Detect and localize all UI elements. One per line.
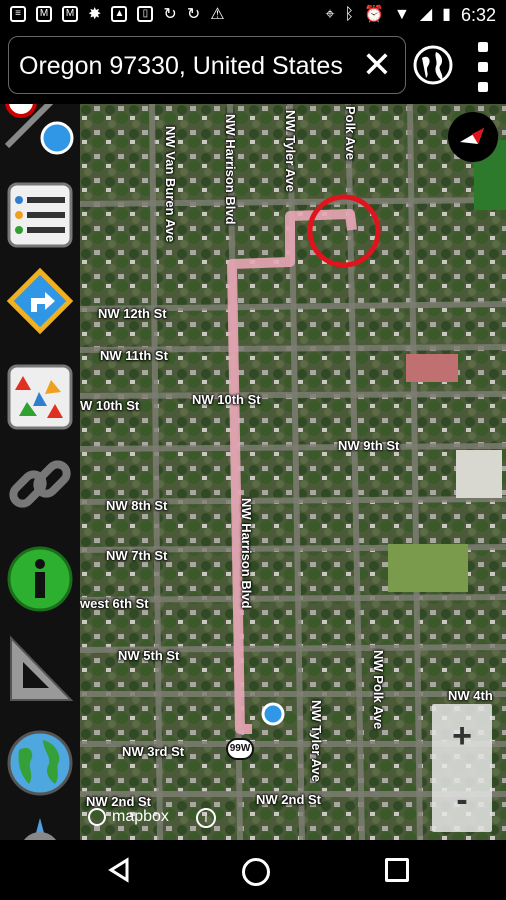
street-label-polk-bottom: NW Polk Ave bbox=[371, 650, 386, 730]
mapbox-attribution[interactable]: mapbox bbox=[88, 808, 169, 826]
warning-icon: ⚠ bbox=[210, 6, 225, 23]
waypoints-icon[interactable] bbox=[5, 362, 75, 432]
sync-icon-2: ↻ bbox=[186, 6, 201, 23]
map-view[interactable]: NW Van Buren Ave NW Harrison Blvd NW Tyl… bbox=[80, 104, 506, 840]
wifi-icon: ▼ bbox=[393, 6, 410, 23]
street-label-nw7: NW 7th St bbox=[106, 548, 168, 563]
street-label-nw10a: W 10th St bbox=[80, 398, 140, 413]
phone-icon: ▯ bbox=[137, 6, 154, 22]
compass-icon[interactable] bbox=[448, 112, 498, 162]
globe-layer-icon[interactable] bbox=[5, 728, 75, 798]
image-icon: ▲ bbox=[111, 6, 128, 22]
location-icon: ⌖ bbox=[325, 6, 335, 23]
tool-sidebar bbox=[0, 104, 80, 840]
street-label-nw3: NW 3rd St bbox=[122, 744, 185, 759]
zoom-out-button[interactable]: - bbox=[432, 768, 492, 832]
compass-rose-icon[interactable] bbox=[5, 814, 75, 840]
street-label-nw2a: NW 2nd St bbox=[86, 794, 151, 809]
overflow-menu-icon[interactable] bbox=[470, 42, 496, 92]
mapbox-label: mapbox bbox=[112, 808, 169, 825]
battery-icon: ▮ bbox=[442, 6, 451, 23]
sync-icon: ↻ bbox=[163, 6, 177, 23]
signal-icon: ◢ bbox=[419, 6, 433, 23]
street-label-polk-top: Polk Ave bbox=[343, 106, 358, 160]
close-icon[interactable]: ✕ bbox=[357, 45, 397, 85]
street-label-west6: west 6th St bbox=[80, 596, 149, 611]
search-box[interactable]: ✕ bbox=[8, 36, 406, 94]
mail-icon-2: M bbox=[62, 6, 78, 22]
street-label-nw11: NW 11th St bbox=[100, 348, 168, 363]
street-label-nw12: NW 12th St bbox=[98, 306, 167, 321]
zoom-in-button[interactable]: + bbox=[432, 704, 492, 768]
street-label-harrison-bottom: NW Harrison Blvd bbox=[239, 498, 254, 609]
home-icon[interactable] bbox=[242, 858, 270, 886]
clock: 6:32 bbox=[460, 5, 496, 25]
mapbox-logo-icon bbox=[88, 808, 106, 826]
street-label-nw2b: NW 2nd St bbox=[256, 792, 321, 807]
mail-icon: M bbox=[36, 6, 52, 22]
street-label-nw5: NW 5th St bbox=[118, 648, 180, 663]
back-icon[interactable] bbox=[105, 856, 133, 884]
system-nav-bar bbox=[0, 840, 506, 900]
highway-shield: 99W bbox=[226, 738, 254, 760]
location-toggle-icon[interactable] bbox=[4, 104, 75, 156]
street-label-tyler-top: NW Tyler Ave bbox=[283, 110, 298, 192]
directions-icon[interactable] bbox=[5, 266, 75, 336]
bluetooth-icon: ᛒ bbox=[344, 6, 355, 23]
street-label-nw8: NW 8th St bbox=[106, 498, 168, 513]
ruler-icon[interactable] bbox=[5, 634, 75, 704]
street-label-nw10b: NW 10th St bbox=[192, 392, 261, 407]
search-input[interactable] bbox=[17, 37, 361, 93]
street-label-van-buren: NW Van Buren Ave bbox=[163, 126, 178, 243]
street-label-tyler-bottom: NW Tyler Ave bbox=[309, 700, 324, 782]
status-bar: ≡ M M ✸ ▲ ▯ ↻ ↻ ⚠ ⌖ ᛒ ⏰ ▼ ◢ ▮ 6:32 bbox=[0, 0, 506, 30]
notification-icon: ≡ bbox=[10, 6, 26, 22]
recents-icon[interactable] bbox=[385, 858, 409, 882]
list-icon[interactable] bbox=[5, 180, 75, 250]
zoom-control: + - bbox=[432, 704, 492, 832]
info-icon[interactable] bbox=[5, 544, 75, 614]
top-bar: ✕ bbox=[0, 30, 506, 104]
settings-icon: ✸ bbox=[88, 6, 102, 23]
attribution-info-icon[interactable]: i bbox=[196, 808, 216, 828]
alarm-icon: ⏰ bbox=[364, 6, 384, 23]
street-label-nw9: NW 9th St bbox=[338, 438, 400, 453]
globe-icon[interactable] bbox=[412, 44, 454, 86]
street-label-harrison-top: NW Harrison Blvd bbox=[223, 114, 238, 225]
street-label-nw4: NW 4th bbox=[448, 688, 493, 703]
link-icon[interactable] bbox=[5, 450, 75, 520]
